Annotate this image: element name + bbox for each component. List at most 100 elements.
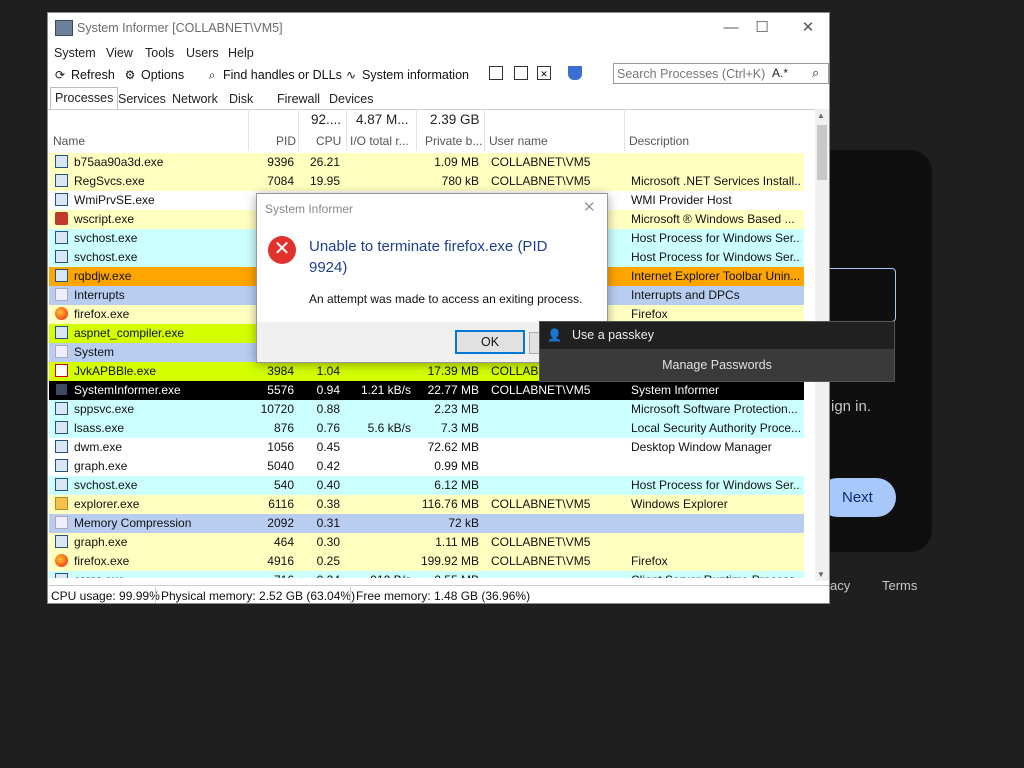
column-cpu[interactable]: CPU [316,134,341,148]
search-placeholder: Search Processes (Ctrl+K) [617,67,766,81]
maximize-button[interactable]: ☐ [747,17,777,39]
tab-services[interactable]: Services [114,90,170,108]
search-input[interactable]: Search Processes (Ctrl+K) A.* ⌕ [613,63,829,84]
cell-pid: 2092 [267,516,294,530]
column-pid[interactable]: PID [276,134,296,148]
table-row[interactable]: lsass.exe 876 0.76 5.6 kB/s 7.3 MB Local Secu… [49,419,804,438]
column-private-bytes[interactable]: Private b... [425,134,482,148]
tab-processes[interactable]: Processes [50,87,119,109]
process-icon [55,516,68,529]
menu-help[interactable]: Help [228,46,254,60]
cell-cpu: 0.45 [316,440,340,454]
dialog-close-icon[interactable]: ✕ [583,198,596,216]
title-bar[interactable]: System Informer [COLLABNET\VM5] — ☐ ✕ [48,13,829,43]
terms-link[interactable]: Terms [882,578,917,593]
shield-icon[interactable] [568,66,582,80]
table-row[interactable]: b75aa90a3d.exe 9396 26.21 1.09 MB COLLABNET\… [49,153,804,172]
process-icon [55,174,68,187]
table-row[interactable]: graph.exe 464 0.30 1.11 MB COLLABNET\VM5 [49,533,804,552]
column-name[interactable]: Name [53,134,85,148]
magnifier-icon[interactable]: ⌕ [812,65,819,81]
cell-priv: 6.12 MB [434,478,479,492]
cell-desc: Interrupts and DPCs [631,288,740,302]
cell-pid: 6116 [268,497,294,511]
cell-pid: 10720 [260,402,294,416]
cell-name: wscript.exe [74,212,135,226]
find-window-icon[interactable] [514,66,528,80]
cell-cpu: 0.40 [316,478,340,492]
table-row[interactable]: explorer.exe 6116 0.38 116.76 MB COLLABNET\V… [49,495,804,514]
find-handles-label: Find handles or DLLs [223,68,342,82]
cell-priv: 1.11 MB [435,535,479,549]
system-information-button[interactable]: ∿ System information [344,68,469,82]
scroll-up-icon[interactable]: ▲ [817,111,825,120]
refresh-button[interactable]: ⟳ Refresh [53,68,115,82]
regex-toggle[interactable]: A.* [772,66,788,80]
process-icon [55,383,68,396]
cell-priv: 1.09 MB [434,155,479,169]
scroll-down-icon[interactable]: ▼ [817,570,825,579]
menu-users[interactable]: Users [186,46,219,60]
cell-name: firefox.exe [74,307,130,321]
cell-priv: 2.23 MB [434,402,479,416]
table-row[interactable]: firefox.exe 4916 0.25 199.92 MB COLLABNET\VM… [49,552,804,571]
tab-firewall[interactable]: Firewall [273,90,324,108]
private-total: 2.39 GB [430,112,480,127]
cell-name: SystemInformer.exe [74,383,181,397]
cell-priv: 2.55 MB [415,573,479,578]
cell-desc: Microsoft ® Windows Based ... [631,212,795,226]
scrollbar-thumb[interactable] [817,125,827,180]
cpu-total: 92.... [311,112,342,127]
cell-pid: 464 [273,535,294,549]
cell-pid: 5040 [267,459,294,473]
column-separator [298,109,299,151]
dialog-main-message: Unable to terminate firefox.exe (PID 992… [309,238,548,276]
cell-cpu: 0.94 [316,383,340,397]
table-row[interactable]: RegSvcs.exe 7084 19.95 780 kB COLLABNET\VM5 M… [49,172,804,191]
next-button-label: Next [842,489,873,506]
tab-disk[interactable]: Disk [225,90,257,108]
column-separator [346,109,347,151]
menu-system[interactable]: System [54,46,96,60]
system-information-label: System information [362,68,469,82]
tab-network[interactable]: Network [168,90,222,108]
column-description[interactable]: Description [629,134,689,148]
cell-user: COLLABNET\VM5 [491,155,591,169]
manage-passwords-button[interactable]: Manage Passwords [540,349,894,381]
cell-pid: 9396 [267,155,294,169]
cell-name: firefox.exe [74,554,130,568]
cell-priv: 17.39 MB [427,364,479,378]
window-icon[interactable] [489,66,503,80]
cell-pid: 876 [273,421,294,435]
cell-pid: 540 [273,478,294,492]
table-row[interactable]: svchost.exe 540 0.40 6.12 MB Host Process fo… [49,476,804,495]
cell-priv: 780 kB [441,174,479,188]
close-button[interactable]: ✕ [793,17,823,39]
menu-view[interactable]: View [106,46,133,60]
cell-priv: 72.62 MB [427,440,479,454]
privacy-link[interactable]: acy [830,578,850,593]
find-handles-button[interactable]: ⌕ Find handles or DLLs [205,68,342,83]
use-passkey-item[interactable]: 👤 Use a passkey [540,322,894,349]
table-row[interactable]: SystemInformer.exe 5576 0.94 1.21 kB/s 22.77… [49,381,804,400]
process-icon [55,345,68,358]
table-row[interactable]: sppsvc.exe 10720 0.88 2.23 MB Microsoft Soft… [49,400,804,419]
cell-name: lsass.exe [74,421,125,435]
cell-priv: 7.3 MB [440,421,479,435]
table-row[interactable]: dwm.exe 1056 0.45 72.62 MB Desktop Window Ma… [49,438,804,457]
cell-desc: Internet Explorer Toolbar Unin... [631,269,801,283]
table-row[interactable]: Memory Compression 2092 0.31 72 kB [49,514,804,533]
ok-button[interactable]: OK [455,330,525,354]
table-row[interactable]: graph.exe 5040 0.42 0.99 MB [49,457,804,476]
tab-devices[interactable]: Devices [325,90,377,108]
column-io[interactable]: I/O total r... [350,134,409,148]
cell-io: 912 B/s [345,573,411,578]
menu-tools[interactable]: Tools [145,46,174,60]
process-icon [55,364,68,377]
kill-window-icon[interactable]: ✕ [537,66,551,80]
minimize-button[interactable]: — [716,17,746,39]
table-row[interactable]: csrss.exe7160.24 912 B/s 2.55 MB Client Ser… [49,571,804,578]
column-separator [484,109,485,151]
column-user-name[interactable]: User name [489,134,548,148]
options-button[interactable]: ⚙ Options [123,68,184,82]
